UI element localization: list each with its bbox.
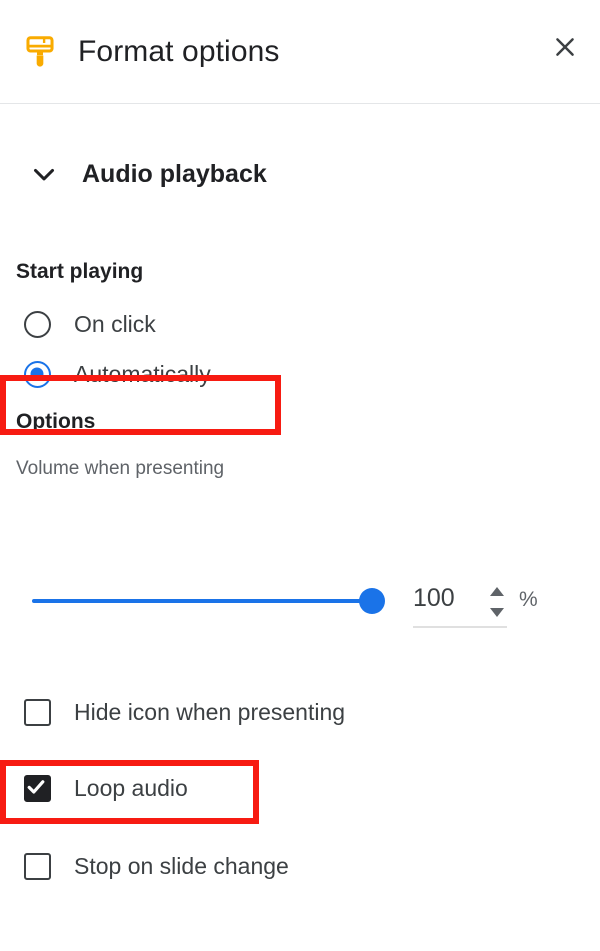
radio-unchecked-icon bbox=[23, 310, 51, 338]
checkbox-label-hide-icon: Hide icon when presenting bbox=[74, 698, 346, 725]
section-audio-playback[interactable]: Audio playback bbox=[0, 145, 600, 203]
checkbox-unchecked-icon bbox=[23, 698, 51, 726]
checkbox-row-hide-icon[interactable]: Hide icon when presenting bbox=[0, 686, 600, 738]
radio-automatically[interactable] bbox=[14, 360, 60, 388]
radio-label-on-click: On click bbox=[74, 310, 156, 337]
radio-label-automatically: Automatically bbox=[74, 360, 211, 387]
start-playing-label: Start playing bbox=[16, 260, 144, 283]
radio-checked-icon bbox=[23, 360, 51, 388]
section-title: Audio playback bbox=[82, 159, 267, 188]
volume-stepper[interactable] bbox=[486, 585, 508, 619]
checkbox-checked-icon bbox=[23, 774, 51, 802]
page-title: Format options bbox=[78, 34, 280, 68]
percent-unit: % bbox=[519, 588, 538, 611]
checkbox-stop-on-slide-change[interactable] bbox=[14, 852, 60, 880]
radio-row-automatically[interactable]: Automatically bbox=[0, 348, 600, 400]
checkbox-row-loop-audio[interactable]: Loop audio bbox=[0, 762, 600, 814]
close-icon[interactable] bbox=[544, 26, 586, 68]
format-options-body: Start playing On click Automatically Opt… bbox=[0, 258, 600, 482]
volume-slider-track[interactable] bbox=[32, 599, 372, 603]
radio-row-on-click[interactable]: On click bbox=[0, 300, 600, 348]
checkbox-hide-icon-when-presenting[interactable] bbox=[14, 698, 60, 726]
triangle-up-icon bbox=[490, 587, 504, 596]
options-label: Options bbox=[16, 410, 96, 433]
radio-on-click[interactable] bbox=[14, 310, 60, 338]
volume-input-underline bbox=[413, 626, 507, 628]
volume-label: Volume when presenting bbox=[16, 458, 225, 479]
panel-header: Format options bbox=[0, 0, 600, 104]
paint-brush-icon bbox=[18, 30, 62, 74]
checkbox-loop-audio[interactable] bbox=[14, 774, 60, 802]
triangle-down-icon bbox=[490, 608, 504, 617]
volume-slider-row: 100 % bbox=[0, 575, 600, 631]
checkbox-label-loop-audio: Loop audio bbox=[74, 774, 188, 801]
checkbox-unchecked-icon bbox=[23, 852, 51, 880]
volume-value[interactable]: 100 bbox=[413, 584, 477, 613]
checkbox-row-stop-on-slide-change[interactable]: Stop on slide change bbox=[0, 840, 600, 892]
volume-slider-thumb[interactable] bbox=[359, 588, 385, 614]
chevron-down-icon[interactable] bbox=[16, 145, 72, 203]
checkbox-label-stop-on-slide-change: Stop on slide change bbox=[74, 852, 289, 879]
checkbox-list: Hide icon when presenting Loop audio Sto… bbox=[0, 686, 600, 892]
